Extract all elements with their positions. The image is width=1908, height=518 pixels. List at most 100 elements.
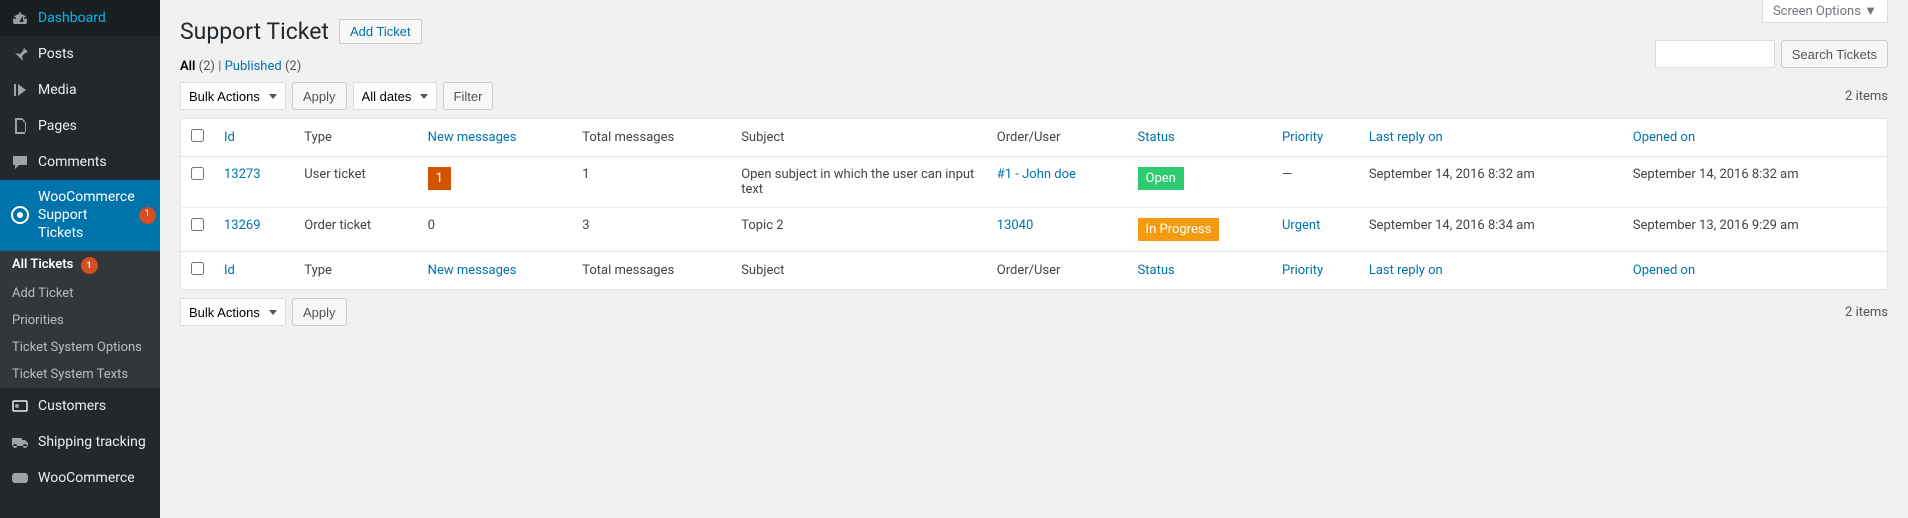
col-status[interactable]: Status bbox=[1138, 130, 1175, 145]
add-ticket-button[interactable]: Add Ticket bbox=[339, 19, 422, 44]
select-all-checkbox[interactable] bbox=[191, 129, 204, 142]
col-priority[interactable]: Priority bbox=[1282, 130, 1323, 145]
subnav-priorities[interactable]: Priorities bbox=[0, 307, 160, 334]
ticket-priority: Urgent bbox=[1272, 208, 1359, 252]
ticket-total-messages: 1 bbox=[572, 157, 731, 208]
pin-icon bbox=[10, 44, 30, 64]
sidebar-label: WooCommerce bbox=[38, 470, 135, 486]
sidebar-badge: 1 bbox=[139, 207, 156, 224]
priority-link[interactable]: Urgent bbox=[1282, 218, 1320, 233]
ticket-opened-on: September 14, 2016 8:32 am bbox=[1623, 157, 1888, 208]
customers-icon bbox=[10, 396, 30, 416]
sidebar-label: WooCommerce Support Tickets bbox=[38, 188, 135, 243]
table-row: 13269 Order ticket 0 3 Topic 2 13040 In … bbox=[181, 208, 1888, 252]
search-input[interactable] bbox=[1655, 40, 1775, 68]
ticket-order-user-link[interactable]: #1 - John doe bbox=[997, 167, 1076, 182]
sidebar-item-media[interactable]: Media bbox=[0, 72, 160, 108]
col-opened-on-foot[interactable]: Opened on bbox=[1633, 263, 1695, 278]
sidebar-label: Media bbox=[38, 82, 77, 98]
subnav-add-ticket[interactable]: Add Ticket bbox=[0, 280, 160, 307]
ticket-subject: Open subject in which the user can input… bbox=[731, 157, 987, 208]
col-id-foot[interactable]: Id bbox=[224, 263, 235, 278]
media-icon bbox=[10, 80, 30, 100]
col-new-messages-foot[interactable]: New messages bbox=[428, 263, 517, 278]
sidebar-label: Posts bbox=[38, 46, 74, 62]
ticket-type: User ticket bbox=[294, 157, 417, 208]
sidebar-label: Pages bbox=[38, 118, 77, 134]
bulk-apply-button-bottom[interactable]: Apply bbox=[292, 298, 347, 326]
col-priority-foot[interactable]: Priority bbox=[1282, 263, 1323, 278]
col-order-user: Order/User bbox=[987, 119, 1128, 157]
subnav-ticket-options[interactable]: Ticket System Options bbox=[0, 334, 160, 361]
sidebar-label: Shipping tracking bbox=[38, 434, 146, 450]
items-count: 2 items bbox=[1845, 89, 1888, 104]
ticket-priority: — bbox=[1272, 157, 1359, 208]
sidebar-item-comments[interactable]: Comments bbox=[0, 144, 160, 180]
woo-icon bbox=[10, 468, 30, 488]
sidebar-label: Dashboard bbox=[38, 10, 106, 26]
col-subject-foot: Subject bbox=[731, 252, 987, 290]
select-all-checkbox-foot[interactable] bbox=[191, 262, 204, 275]
col-order-user-foot: Order/User bbox=[987, 252, 1128, 290]
row-checkbox[interactable] bbox=[191, 218, 204, 231]
sidebar-item-pages[interactable]: Pages bbox=[0, 108, 160, 144]
sidebar-item-dashboard[interactable]: Dashboard bbox=[0, 0, 160, 36]
row-checkbox[interactable] bbox=[191, 167, 204, 180]
screen-options-toggle[interactable]: Screen Options ▼ bbox=[1762, 0, 1888, 23]
ticket-type: Order ticket bbox=[294, 208, 417, 252]
sidebar-item-customers[interactable]: Customers bbox=[0, 388, 160, 424]
ticket-new-messages: 0 bbox=[418, 208, 573, 252]
col-last-reply[interactable]: Last reply on bbox=[1369, 130, 1443, 145]
sidebar-item-shipping[interactable]: Shipping tracking bbox=[0, 424, 160, 460]
filter-button[interactable]: Filter bbox=[443, 82, 494, 110]
filter-published[interactable]: Published bbox=[225, 59, 282, 74]
col-opened-on[interactable]: Opened on bbox=[1633, 130, 1695, 145]
col-subject: Subject bbox=[731, 119, 987, 157]
shipping-icon bbox=[10, 432, 30, 452]
tablenav-top: Bulk Actions Apply All dates Filter 2 it… bbox=[180, 82, 1888, 110]
col-total-messages-foot: Total messages bbox=[572, 252, 731, 290]
col-total-messages: Total messages bbox=[572, 119, 731, 157]
status-filter-links: All (2) | Published (2) bbox=[180, 59, 1888, 74]
sidebar-subnav: All Tickets 1 Add Ticket Priorities Tick… bbox=[0, 251, 160, 389]
sidebar-label: Customers bbox=[38, 398, 106, 414]
ticket-opened-on: September 13, 2016 9:29 am bbox=[1623, 208, 1888, 252]
ticket-total-messages: 3 bbox=[572, 208, 731, 252]
admin-sidebar: Dashboard Posts Media Pages Comments Woo… bbox=[0, 0, 160, 518]
ticket-order-user-link[interactable]: 13040 bbox=[997, 218, 1034, 233]
ticket-icon bbox=[10, 205, 30, 225]
subnav-ticket-texts[interactable]: Ticket System Texts bbox=[0, 361, 160, 388]
subnav-all-tickets[interactable]: All Tickets 1 bbox=[0, 251, 160, 281]
sidebar-label: Comments bbox=[38, 154, 107, 170]
sidebar-item-posts[interactable]: Posts bbox=[0, 36, 160, 72]
ticket-last-reply: September 14, 2016 8:34 am bbox=[1359, 208, 1623, 252]
filter-all[interactable]: All bbox=[180, 59, 195, 74]
ticket-last-reply: September 14, 2016 8:32 am bbox=[1359, 157, 1623, 208]
sidebar-item-woocommerce[interactable]: WooCommerce bbox=[0, 460, 160, 496]
col-status-foot[interactable]: Status bbox=[1138, 263, 1175, 278]
col-new-messages[interactable]: New messages bbox=[428, 130, 517, 145]
ticket-id-link[interactable]: 13269 bbox=[224, 218, 261, 233]
search-box: Search Tickets bbox=[1655, 40, 1888, 68]
sidebar-item-support-tickets[interactable]: WooCommerce Support Tickets 1 bbox=[0, 180, 160, 251]
dashboard-icon bbox=[10, 8, 30, 28]
comment-icon bbox=[10, 152, 30, 172]
page-icon bbox=[10, 116, 30, 136]
tickets-table: Id Type New messages Total messages Subj… bbox=[180, 118, 1888, 290]
items-count-bottom: 2 items bbox=[1845, 305, 1888, 320]
page-title: Support Ticket bbox=[180, 18, 329, 45]
subnav-badge: 1 bbox=[81, 257, 98, 274]
status-badge: In Progress bbox=[1138, 218, 1220, 241]
tablenav-bottom: Bulk Actions Apply 2 items bbox=[180, 298, 1888, 326]
bulk-actions-select[interactable]: Bulk Actions bbox=[180, 82, 286, 110]
bulk-actions-select-bottom[interactable]: Bulk Actions bbox=[180, 298, 286, 326]
col-type: Type bbox=[294, 119, 417, 157]
ticket-new-messages: 1 bbox=[418, 157, 573, 208]
search-button[interactable]: Search Tickets bbox=[1781, 40, 1888, 68]
main-content: Screen Options ▼ Support Ticket Add Tick… bbox=[160, 0, 1908, 518]
bulk-apply-button[interactable]: Apply bbox=[292, 82, 347, 110]
date-filter-select[interactable]: All dates bbox=[353, 82, 437, 110]
col-id[interactable]: Id bbox=[224, 130, 235, 145]
col-last-reply-foot[interactable]: Last reply on bbox=[1369, 263, 1443, 278]
ticket-id-link[interactable]: 13273 bbox=[224, 167, 261, 182]
